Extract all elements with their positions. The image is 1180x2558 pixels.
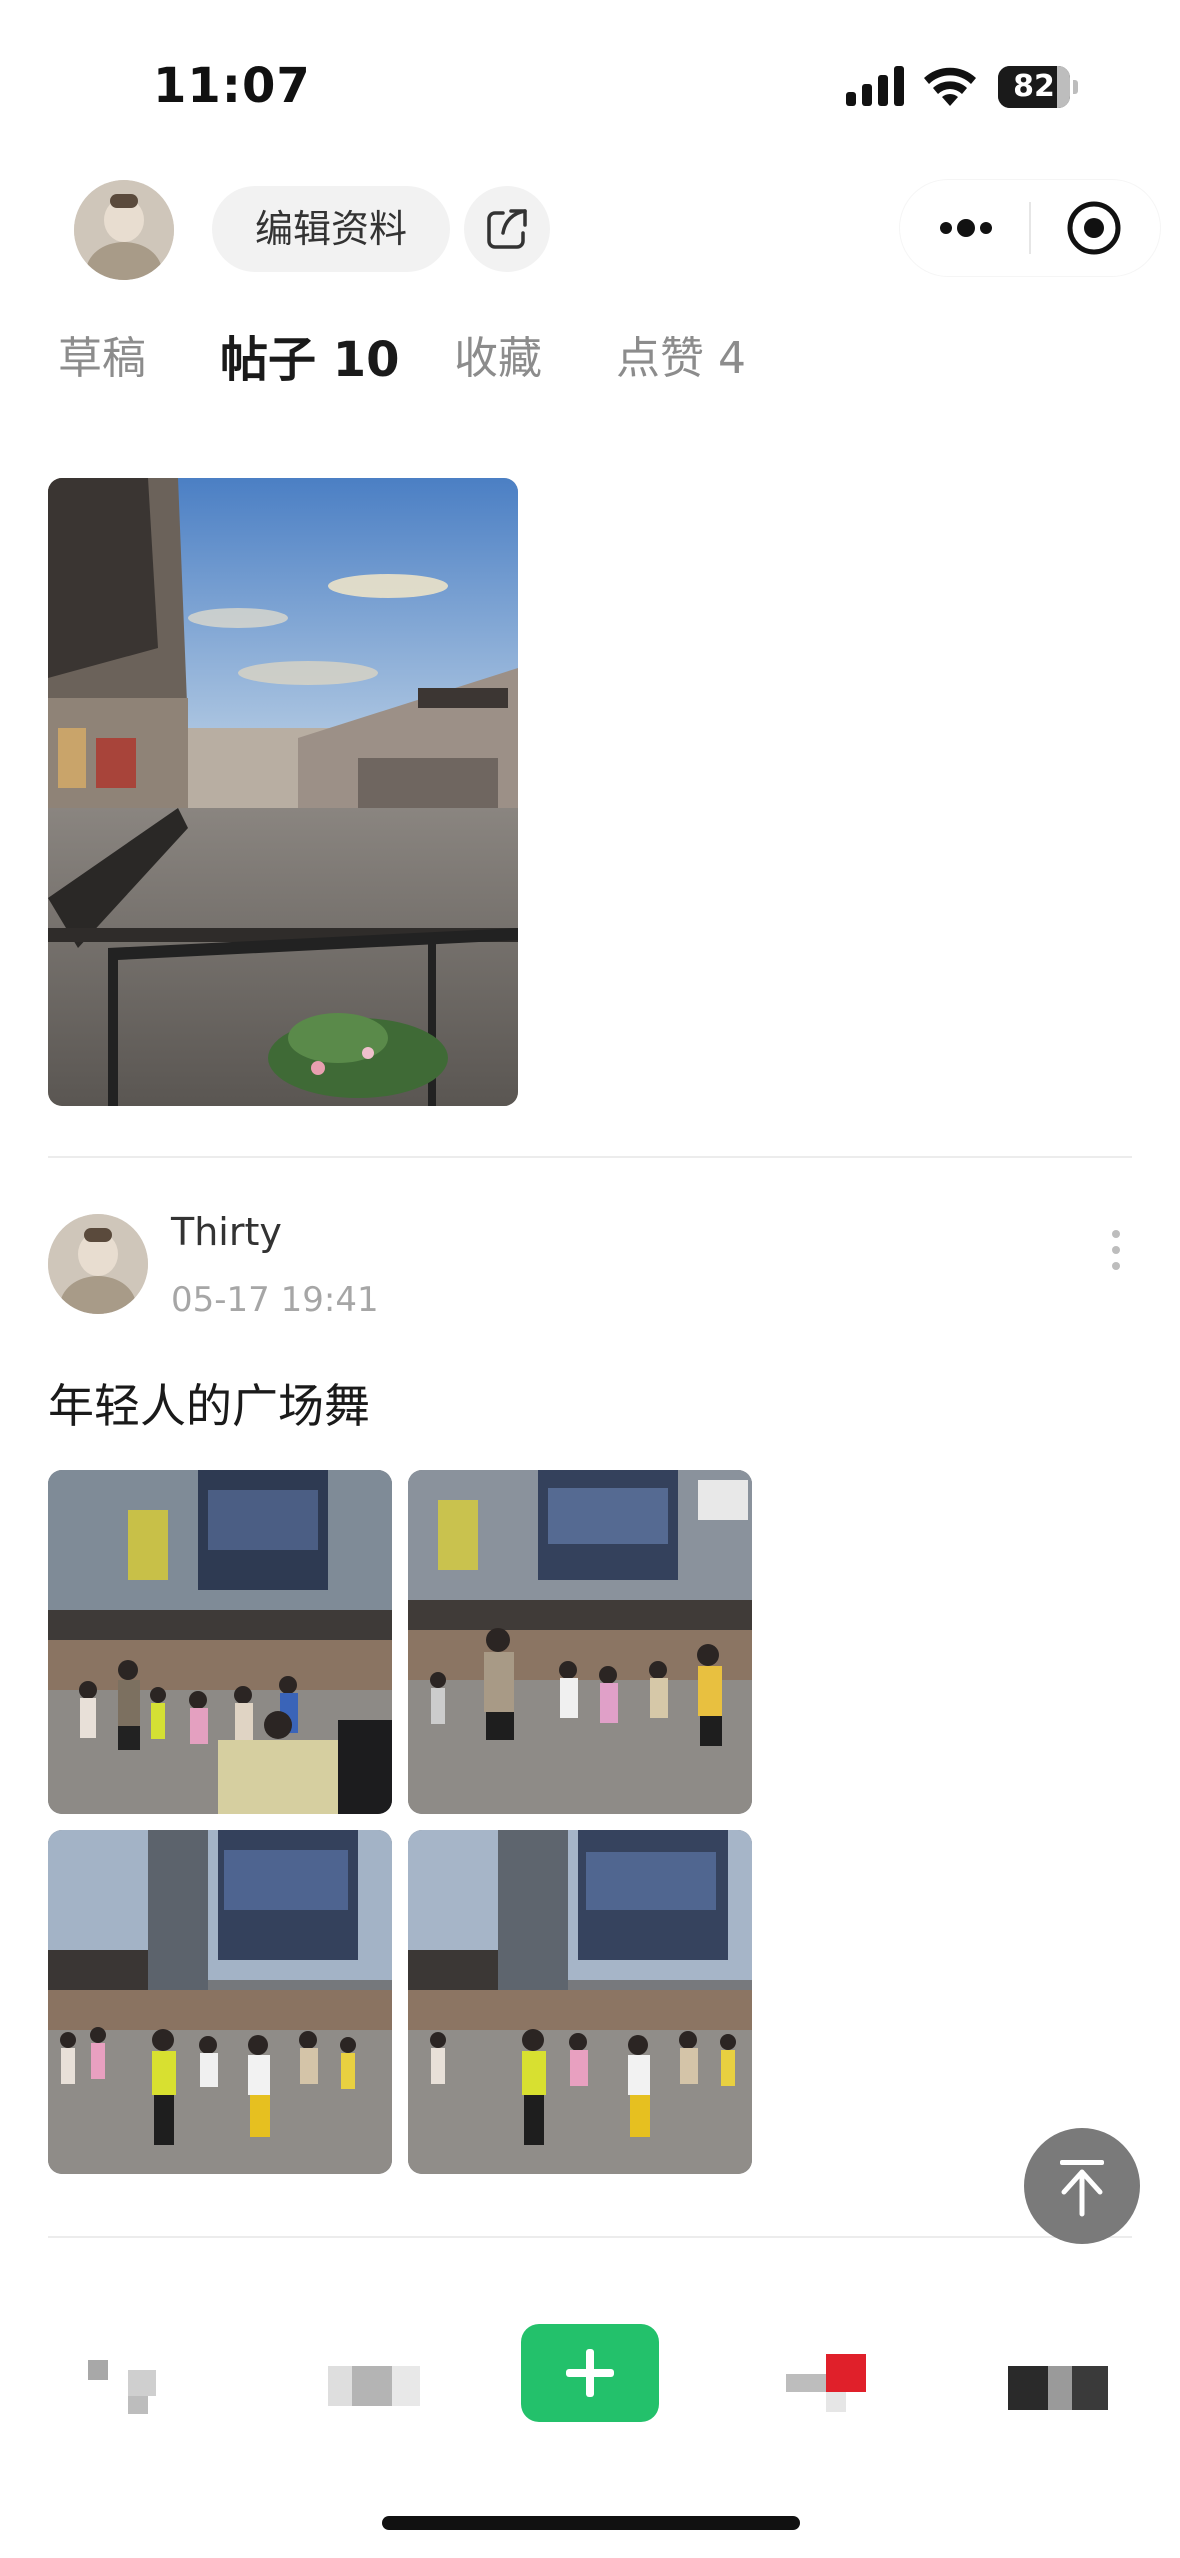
- share-icon: [487, 209, 527, 249]
- cellular-signal-icon: [846, 66, 904, 106]
- profile-avatar[interactable]: [74, 180, 174, 280]
- close-target-icon[interactable]: [1066, 200, 1122, 256]
- battery-percent: 82: [1013, 69, 1055, 104]
- nav-tab-1[interactable]: [88, 2354, 172, 2414]
- plus-icon: [566, 2349, 614, 2397]
- capsule-divider: [1029, 202, 1031, 254]
- tab-favorites[interactable]: 收藏: [454, 322, 542, 386]
- nav-tab-profile[interactable]: [1008, 2354, 1112, 2414]
- nav-tab-messages[interactable]: [786, 2354, 870, 2414]
- status-time: 11:07: [153, 58, 311, 114]
- post-divider: [48, 2236, 1132, 2238]
- tab-likes[interactable]: 点赞 4: [616, 322, 746, 386]
- post-author-name[interactable]: Thirty: [171, 1210, 282, 1254]
- tab-posts[interactable]: 帖子 10: [220, 320, 400, 390]
- share-button[interactable]: [464, 186, 550, 272]
- post-content: 年轻人的广场舞: [48, 1379, 370, 1433]
- create-post-button[interactable]: [521, 2324, 659, 2422]
- back-to-top-icon: [1060, 2160, 1104, 2217]
- nav-tab-2[interactable]: [328, 2354, 428, 2414]
- mini-program-capsule: [900, 180, 1160, 276]
- post-author-avatar[interactable]: [48, 1214, 148, 1314]
- post-grid-image[interactable]: [408, 1470, 752, 1814]
- post-grid-image[interactable]: [408, 1830, 752, 2174]
- edit-profile-button[interactable]: 编辑资料: [212, 186, 450, 272]
- post-image[interactable]: [48, 478, 518, 1106]
- kebab-icon[interactable]: [1104, 1228, 1128, 1272]
- post-divider: [48, 1156, 1132, 1158]
- battery-indicator: 82: [998, 66, 1078, 108]
- post-grid-image[interactable]: [48, 1470, 392, 1814]
- more-icon[interactable]: [936, 208, 996, 248]
- wifi-icon: [924, 67, 976, 106]
- tab-drafts[interactable]: 草稿: [58, 322, 146, 386]
- back-to-top-button[interactable]: [1024, 2128, 1140, 2244]
- status-bar: 11:07 82: [0, 0, 1180, 160]
- post-timestamp: 05-17 19:41: [171, 1280, 379, 1320]
- home-indicator: [382, 2516, 800, 2530]
- post-grid-image[interactable]: [48, 1830, 392, 2174]
- profile-tabs: 草稿 帖子 10 收藏 点赞 4: [0, 322, 1180, 402]
